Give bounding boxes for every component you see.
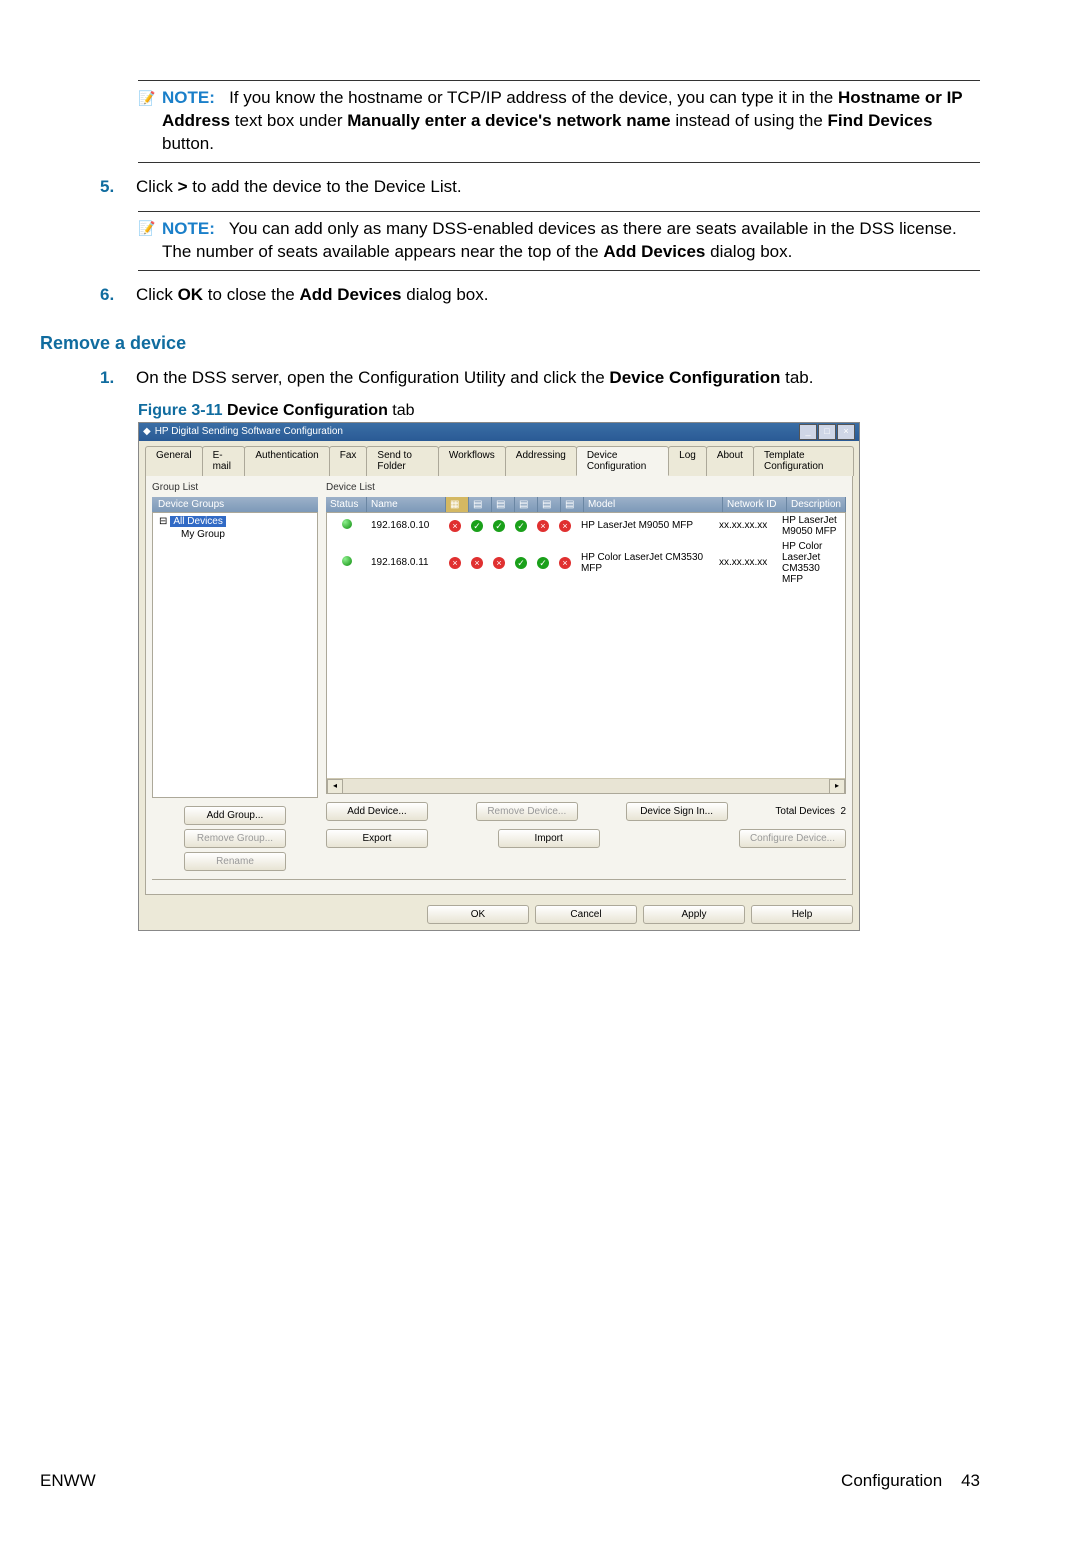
close-button[interactable]: × (837, 424, 855, 440)
step-number: 5. (100, 177, 118, 197)
col-name[interactable]: Name (367, 497, 446, 512)
remove-step-1: 1. On the DSS server, open the Configura… (100, 368, 980, 388)
check-icon: ✓ (515, 557, 527, 569)
step-number: 6. (100, 285, 118, 305)
note-block: 📝 NOTE: You can add only as many DSS-ena… (138, 211, 980, 271)
x-icon: × (493, 557, 505, 569)
table-row[interactable]: 192.168.0.11 × × × ✓ ✓ × HP Color LaserJ… (327, 539, 845, 587)
figure-caption: Figure 3-11 Device Configuration tab (138, 402, 980, 420)
check-icon: ✓ (493, 520, 505, 532)
tab-fax[interactable]: Fax (329, 446, 368, 476)
export-button[interactable]: Export (326, 829, 428, 848)
tab-log[interactable]: Log (668, 446, 707, 476)
col-status[interactable]: Status (326, 497, 367, 512)
device-list[interactable]: 192.168.0.10 × ✓ ✓ ✓ × × HP LaserJet M90… (326, 512, 846, 794)
footer-page-number: 43 (961, 1471, 980, 1490)
tab-template-configuration[interactable]: Template Configuration (753, 446, 854, 476)
note-label: NOTE: (162, 219, 215, 238)
footer-section: Configuration (841, 1471, 942, 1490)
col-network-id[interactable]: Network ID (723, 497, 787, 512)
device-groups-header: Device Groups (152, 497, 318, 512)
tab-device-configuration[interactable]: Device Configuration (576, 446, 669, 476)
col-description[interactable]: Description (787, 497, 846, 512)
col-icon-3[interactable]: ▤ (492, 497, 515, 512)
group-list-label: Group List (152, 482, 318, 493)
tree-expand-icon[interactable]: ⊟ (159, 516, 167, 527)
step-6: 6. Click OK to close the Add Devices dia… (100, 285, 980, 305)
maximize-button[interactable]: □ (818, 424, 836, 440)
remove-group-button[interactable]: Remove Group... (184, 829, 286, 848)
tab-addressing[interactable]: Addressing (505, 446, 577, 476)
add-device-button[interactable]: Add Device... (326, 802, 428, 821)
device-groups-tree[interactable]: ⊟ All Devices My Group (152, 512, 318, 798)
note-icon: 📝 (138, 89, 156, 107)
tab-bar: General E-mail Authentication Fax Send t… (139, 441, 859, 475)
tab-send-to-folder[interactable]: Send to Folder (366, 446, 438, 476)
note-icon: 📝 (138, 220, 156, 238)
scroll-right-icon[interactable]: ▸ (829, 779, 845, 794)
tab-general[interactable]: General (145, 446, 203, 476)
import-button[interactable]: Import (498, 829, 600, 848)
cancel-button[interactable]: Cancel (535, 905, 637, 924)
col-icon-5[interactable]: ▤ (538, 497, 561, 512)
col-icon-2[interactable]: ▤ (469, 497, 492, 512)
status-icon (342, 556, 352, 566)
page-footer: ENWW Configuration 43 (40, 1471, 980, 1511)
heading-remove-device: Remove a device (40, 333, 980, 354)
tree-item-all-devices[interactable]: ⊟ All Devices (155, 515, 315, 528)
rename-button[interactable]: Rename (184, 852, 286, 871)
step-number: 1. (100, 368, 118, 388)
device-list-header: Status Name ▦ ▤ ▤ ▤ ▤ ▤ Model Network ID… (326, 497, 846, 512)
tab-email[interactable]: E-mail (202, 446, 246, 476)
status-icon (342, 519, 352, 529)
x-icon: × (559, 520, 571, 532)
total-devices: Total Devices 2 (775, 806, 846, 817)
col-icon-1[interactable]: ▦ (446, 497, 469, 512)
col-icon-4[interactable]: ▤ (515, 497, 538, 512)
step-5: 5. Click > to add the device to the Devi… (100, 177, 980, 197)
x-icon: × (537, 520, 549, 532)
ok-button[interactable]: OK (427, 905, 529, 924)
tab-authentication[interactable]: Authentication (244, 446, 329, 476)
remove-device-button[interactable]: Remove Device... (476, 802, 578, 821)
title-bar: ◆ HP Digital Sending Software Configurat… (139, 423, 859, 441)
window-title: ◆ HP Digital Sending Software Configurat… (143, 426, 343, 437)
note-body: NOTE: If you know the hostname or TCP/IP… (162, 87, 980, 156)
check-icon: ✓ (471, 520, 483, 532)
app-icon: ◆ (143, 426, 151, 437)
x-icon: × (471, 557, 483, 569)
apply-button[interactable]: Apply (643, 905, 745, 924)
x-icon: × (449, 557, 461, 569)
tab-about[interactable]: About (706, 446, 754, 476)
configure-device-button[interactable]: Configure Device... (739, 829, 846, 848)
tab-workflows[interactable]: Workflows (438, 446, 506, 476)
x-icon: × (449, 520, 461, 532)
x-icon: × (559, 557, 571, 569)
col-icon-6[interactable]: ▤ (561, 497, 584, 512)
footer-left: ENWW (40, 1471, 96, 1491)
horizontal-scrollbar[interactable]: ◂ ▸ (327, 778, 845, 793)
check-icon: ✓ (515, 520, 527, 532)
tree-item-my-group[interactable]: My Group (155, 528, 315, 541)
device-list-label: Device List (326, 482, 846, 493)
note-block: 📝 NOTE: If you know the hostname or TCP/… (138, 80, 980, 163)
table-row[interactable]: 192.168.0.10 × ✓ ✓ ✓ × × HP LaserJet M90… (327, 513, 845, 539)
scroll-left-icon[interactable]: ◂ (327, 779, 343, 794)
minimize-button[interactable]: _ (799, 424, 817, 440)
check-icon: ✓ (537, 557, 549, 569)
add-group-button[interactable]: Add Group... (184, 806, 286, 825)
note-label: NOTE: (162, 88, 215, 107)
app-window: ◆ HP Digital Sending Software Configurat… (138, 422, 860, 931)
note-body: NOTE: You can add only as many DSS-enabl… (162, 218, 980, 264)
device-sign-in-button[interactable]: Device Sign In... (626, 802, 728, 821)
help-button[interactable]: Help (751, 905, 853, 924)
col-model[interactable]: Model (584, 497, 723, 512)
